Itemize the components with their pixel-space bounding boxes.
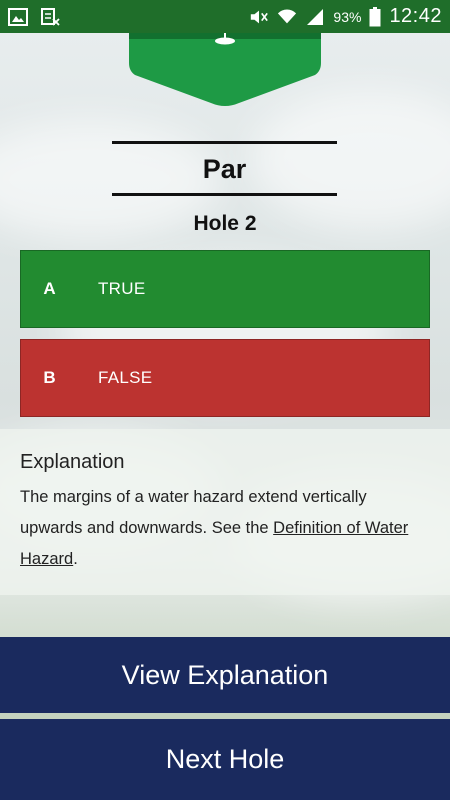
signal-icon: [307, 8, 324, 25]
option-letter: A: [43, 279, 56, 298]
next-hole-button[interactable]: Next Hole: [0, 719, 450, 800]
explanation-heading: Explanation: [20, 451, 125, 473]
hole-label: Hole 2: [193, 212, 257, 235]
status-bar: 93% 12:42: [0, 0, 450, 33]
page-title: Par: [202, 154, 247, 184]
explanation-text: The margins of a water hazard extend ver…: [20, 482, 430, 575]
explanation-panel: Explanation The margins of a water hazar…: [0, 429, 450, 595]
battery-percent: 93%: [333, 8, 362, 25]
battery-icon: [369, 6, 381, 26]
option-b-button[interactable]: B FALSE: [20, 339, 430, 417]
option-a-button[interactable]: A TRUE: [20, 250, 430, 328]
option-letter: B: [43, 368, 56, 387]
view-explanation-button[interactable]: View Explanation: [0, 637, 450, 713]
mute-icon: [251, 10, 269, 23]
explanation-end: .: [73, 550, 78, 568]
clock: 12:42: [389, 5, 442, 27]
title-rule-top: [112, 141, 337, 144]
title-rule-bottom: [112, 193, 337, 196]
option-label: TRUE: [98, 279, 146, 298]
screenshot-icon: [41, 7, 60, 26]
gallery-icon: [8, 7, 28, 26]
wifi-icon: [278, 9, 297, 23]
hole-badge-icon: [129, 33, 321, 106]
option-label: FALSE: [98, 368, 153, 387]
